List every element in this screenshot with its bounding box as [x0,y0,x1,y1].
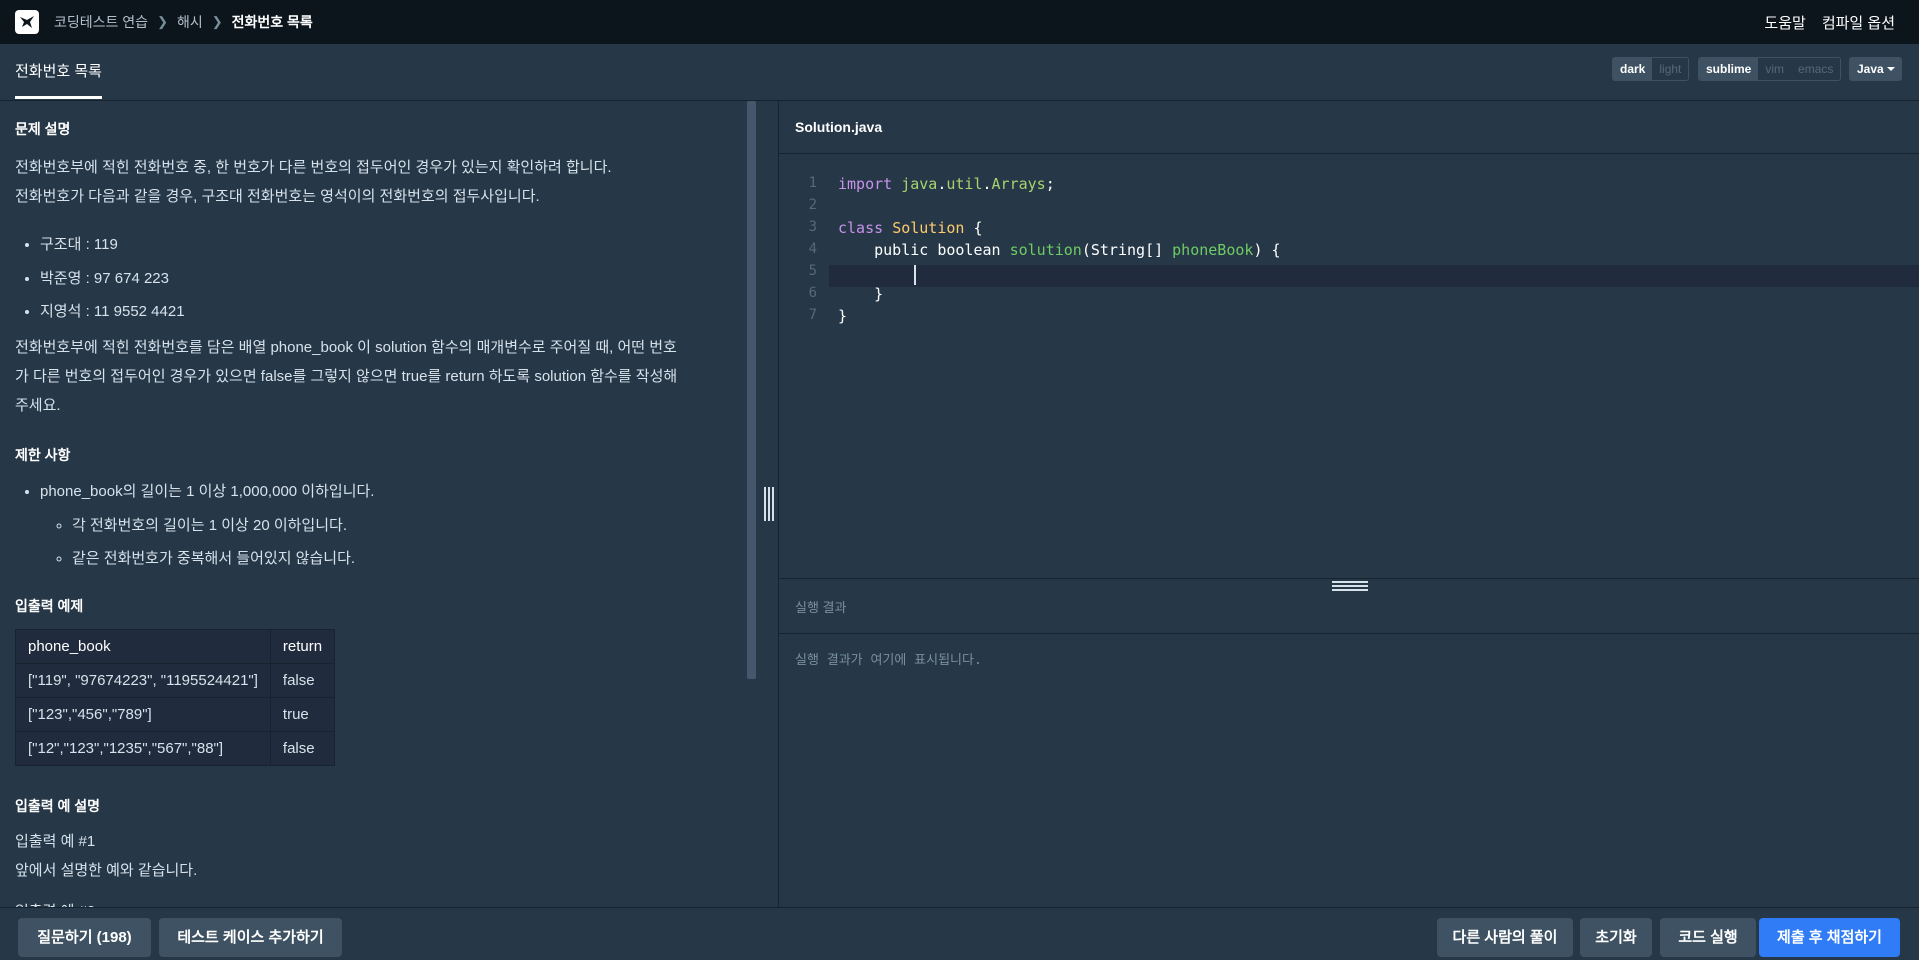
problem-pane: 문제 설명 전화번호부에 적힌 전화번호 중, 한 번호가 다른 번호의 접두어… [0,101,778,907]
run-code-button[interactable]: 코드 실행 [1660,918,1756,957]
list-item: 각 전화번호의 길이는 1 이상 20 이하입니다. [72,509,374,543]
line-number: 7 [808,307,817,323]
problem-scrollbar[interactable] [747,101,756,679]
list-item: 지영석 : 11 9552 4421 [40,295,185,329]
text-cursor [914,265,916,285]
theme-dark-button[interactable]: dark [1613,58,1653,80]
compile-options-link[interactable]: 컴파일 옵션 [1822,12,1895,33]
language-select-value: Java [1857,62,1884,76]
table-cell: false [269,731,336,766]
description-line: 가 다른 번호의 접두어인 경우가 있으면 false를 그렇지 않으면 tru… [15,368,678,385]
editor-filename: Solution.java [795,119,883,135]
description-line: 전화번호부에 적힌 전화번호를 담은 배열 phone_book 이 solut… [15,339,677,356]
top-navbar: 코딩테스트 연습 ❯ 해시 ❯ 전화번호 목록 도움말 컴파일 옵션 [0,0,1919,44]
line-number: 5 [808,263,817,279]
breadcrumb-item-current: 전화번호 목록 [231,14,313,30]
caret-down-icon [1887,67,1895,71]
reset-button[interactable]: 초기화 [1580,918,1652,957]
result-output: 실행 결과가 여기에 표시됩니다. [795,653,982,668]
table-cell: ["123","456","789"] [15,697,271,732]
intro-text: 전화번호부에 적힌 전화번호 중, 한 번호가 다른 번호의 접두어인 경우가 … [15,153,612,211]
code-line: } [838,307,848,325]
breadcrumb-item-hash[interactable]: 해시 [177,12,203,32]
table-header: return [269,629,336,664]
tab-bar: 전화번호 목록 dark light sublime vim emacs Jav… [0,44,1919,101]
line-number: 6 [808,285,817,301]
table-row: ["123","456","789"] true [15,697,336,732]
example-list: 구조대 : 119 박준영 : 97 674 223 지영석 : 11 9552… [0,228,185,329]
line-number: 2 [808,197,817,213]
vertical-resize-handle[interactable] [764,487,774,521]
active-line-highlight [829,265,1919,287]
section-title-constraints: 제한 사항 [15,447,71,463]
io-explanation: 입출력 예 #1 앞에서 설명한 예와 같습니다. 입출력 예 #2 [15,827,197,907]
bird-logo-icon [20,16,34,28]
submit-button[interactable]: 제출 후 채점하기 [1759,918,1900,957]
list-item: 같은 전화번호가 중복해서 들어있지 않습니다. [72,542,374,576]
editor-header: Solution.java [779,101,1919,154]
chevron-right-icon: ❯ [211,14,223,29]
breadcrumb: 코딩테스트 연습 ❯ 해시 ❯ 전화번호 목록 [54,0,313,44]
constraints-list: phone_book의 길이는 1 이상 1,000,000 이하입니다. 각 … [0,475,374,576]
help-link[interactable]: 도움말 [1764,12,1805,33]
code-line: import java.util.Arrays; [838,175,1055,193]
description-text: 전화번호부에 적힌 전화번호를 담은 배열 phone_book 이 solut… [15,333,677,420]
table-cell: ["12","123","1235","567","88"] [15,731,271,766]
table-header-row: phone_book return [15,629,336,664]
breadcrumb-item-coding-test[interactable]: 코딩테스트 연습 [54,12,148,32]
result-title: 실행 결과 [795,600,847,615]
code-line: } [838,285,884,303]
table-cell: ["119", "97674223", "1195524421"] [15,663,271,698]
keymap-sublime-button[interactable]: sublime [1699,58,1759,80]
intro-line: 전화번호가 다음과 같을 경우, 구조대 전화번호는 영석이의 전화번호의 접두… [15,188,540,205]
code-line: class Solution { [838,219,983,237]
bottom-action-bar: 질문하기 (198) 테스트 케이스 추가하기 다른 사람의 풀이 초기화 코드… [0,907,1919,960]
theme-light-button[interactable]: light [1652,58,1689,80]
keymap-emacs-button[interactable]: emacs [1791,58,1841,80]
table-cell: true [269,697,336,732]
line-number: 3 [808,219,817,235]
others-solution-button[interactable]: 다른 사람의 풀이 [1437,918,1573,957]
code-line: public boolean solution(String[] phoneBo… [874,241,1281,259]
keymap-vim-button[interactable]: vim [1758,58,1792,80]
programmers-logo-icon[interactable] [15,10,39,34]
line-number: 4 [808,241,817,257]
horizontal-resize-handle[interactable] [1332,581,1368,591]
section-title-io-examples: 입출력 예제 [15,598,84,614]
intro-line: 전화번호부에 적힌 전화번호 중, 한 번호가 다른 번호의 접두어인 경우가 … [15,159,612,176]
theme-toggle: dark light [1612,57,1690,81]
chevron-right-icon: ❯ [157,14,168,29]
example-description: 앞에서 설명한 예와 같습니다. [15,862,198,879]
table-header: phone_book [15,629,271,664]
list-item: 박준영 : 97 674 223 [40,262,185,296]
table-row: ["119", "97674223", "1195524421"] false [15,663,336,698]
example-title: 입출력 예 #2 [15,897,197,907]
question-button[interactable]: 질문하기 (198) [18,918,151,957]
tab-problem[interactable]: 전화번호 목록 [15,44,102,99]
add-testcase-button[interactable]: 테스트 케이스 추가하기 [159,918,342,957]
keymap-toggle: sublime vim emacs [1698,57,1842,81]
line-number: 1 [808,175,817,191]
constraints-sublist: 각 전화번호의 길이는 1 이상 20 이하입니다. 같은 전화번호가 중복해서… [40,509,374,576]
description-line: 주세요. [15,397,61,414]
example-title: 입출력 예 #1 [15,833,96,850]
section-title-description: 문제 설명 [15,121,71,137]
list-item: phone_book의 길이는 1 이상 1,000,000 이하입니다. 각 … [40,475,374,576]
table-row: ["12","123","1235","567","88"] false [15,731,336,766]
list-item: 구조대 : 119 [40,228,185,262]
section-title-io-explanation: 입출력 예 설명 [15,798,101,814]
top-links: 도움말 컴파일 옵션 [1748,0,1895,44]
language-select[interactable]: Java [1849,57,1902,81]
constraint-text: phone_book의 길이는 1 이상 1,000,000 이하입니다. [40,483,375,500]
table-cell: false [269,663,336,698]
io-example-table: phone_book return ["119", "97674223", "1… [15,629,336,766]
